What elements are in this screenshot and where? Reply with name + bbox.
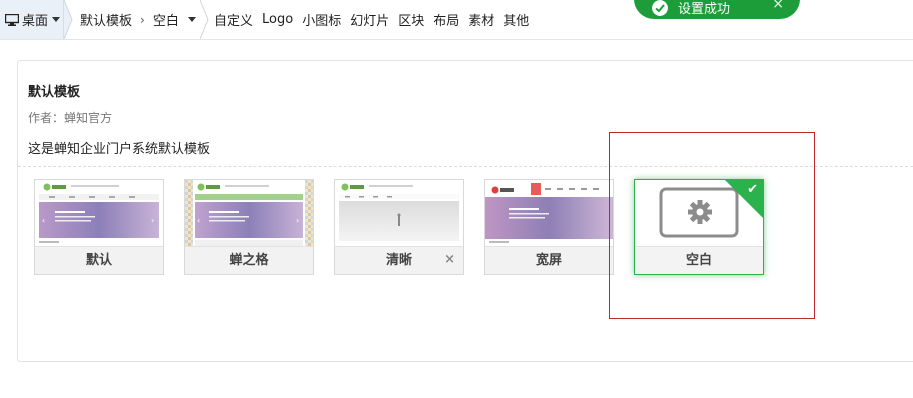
nav-slides[interactable]: 幻灯片	[350, 10, 389, 29]
selected-corner	[724, 179, 764, 219]
desktop-menu-button[interactable]: 桌面	[0, 0, 64, 39]
theme-card-clear[interactable]: 清晰 ×	[334, 179, 464, 275]
theme-thumbnail	[335, 180, 463, 246]
theme-name: 宽屏	[485, 246, 613, 274]
nav-favicon[interactable]: 小图标	[302, 10, 341, 29]
breadcrumb: 默认模板 › 空白	[80, 0, 196, 39]
template-panel: 默认模板 作者：蝉知官方 这是蝉知企业门户系统默认模板 ‹ › 默认 ‹ › 蝉…	[17, 60, 913, 362]
nav-blocks[interactable]: 区块	[398, 10, 424, 29]
theme-card-blank[interactable]: ✔ 空白	[634, 179, 764, 275]
breadcrumb-divider-icon	[64, 0, 73, 39]
template-author: 作者：蝉知官方	[28, 111, 113, 125]
success-toast: 设置成功 ×	[634, 0, 800, 19]
svg-text:›: ›	[151, 216, 154, 225]
theme-card-widescreen[interactable]: 宽屏	[484, 179, 614, 275]
theme-card-default[interactable]: ‹ › 默认	[34, 179, 164, 275]
chevron-down-icon	[52, 17, 61, 22]
svg-text:‹: ‹	[197, 216, 200, 225]
breadcrumb-template[interactable]: 默认模板	[80, 10, 132, 29]
delete-icon[interactable]: ×	[444, 252, 455, 267]
theme-name: 空白	[635, 246, 763, 274]
check-circle-icon	[652, 0, 668, 16]
svg-text:‹: ‹	[42, 216, 45, 225]
theme-name: 默认	[35, 246, 163, 274]
divider	[18, 166, 913, 167]
template-title: 默认模板	[28, 85, 81, 100]
svg-text:›: ›	[296, 216, 299, 225]
desktop-label: 桌面	[22, 14, 49, 29]
nav-layout[interactable]: 布局	[433, 10, 459, 29]
chevron-down-icon[interactable]	[187, 17, 196, 22]
theme-thumbnail	[485, 180, 613, 246]
breadcrumb-theme[interactable]: 空白	[153, 10, 179, 29]
breadcrumb-arrow: ›	[140, 12, 145, 27]
nav-logo[interactable]: Logo	[262, 12, 293, 27]
close-icon[interactable]: ×	[772, 0, 784, 12]
template-description: 这是蝉知企业门户系统默认模板	[28, 142, 211, 157]
toast-message: 设置成功	[678, 2, 731, 17]
theme-thumbnail: ‹ ›	[35, 180, 163, 246]
monitor-icon	[5, 13, 19, 26]
nav-assets[interactable]: 素材	[468, 10, 494, 29]
nav-other[interactable]: 其他	[503, 10, 529, 29]
customize-nav: 自定义 Logo 小图标 幻灯片 区块 布局 素材 其他	[214, 0, 538, 39]
theme-name: 蝉之格	[185, 246, 313, 274]
theme-thumbnail: ‹ ›	[185, 180, 313, 246]
theme-card-grid[interactable]: ‹ › 蝉之格	[184, 179, 314, 275]
check-icon: ✔	[747, 182, 758, 197]
breadcrumb-divider-icon	[200, 0, 209, 39]
nav-custom[interactable]: 自定义	[214, 10, 253, 29]
